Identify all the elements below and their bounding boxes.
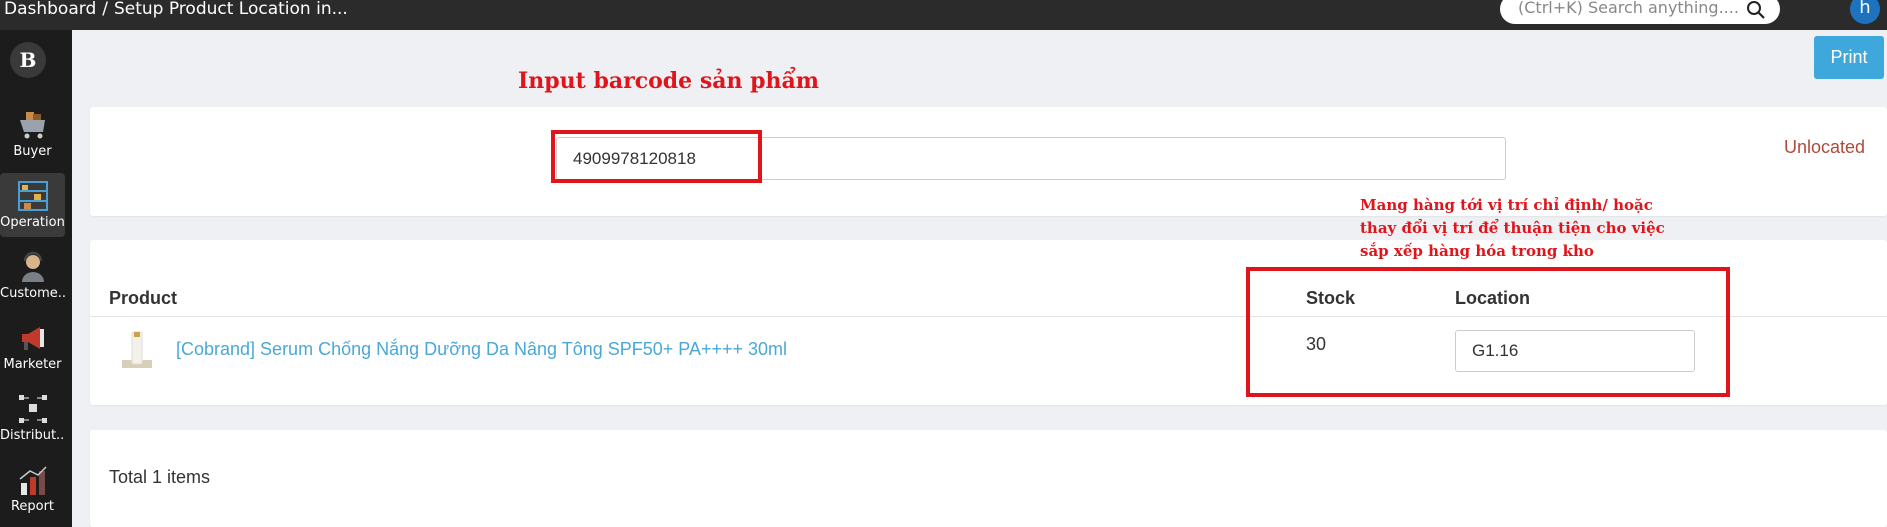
sidebar-item-customer[interactable]: Custome... xyxy=(0,244,65,308)
summary-card: Total 1 items xyxy=(90,430,1887,527)
sidebar-item-label: Operation xyxy=(0,215,65,230)
sidebar-item-operation[interactable]: Operation xyxy=(0,173,65,237)
sidebar-item-label: Distribut... xyxy=(0,428,65,443)
global-search[interactable]: (Ctrl+K) Search anything.... xyxy=(1500,0,1780,24)
sidebar-item-label: Custome... xyxy=(0,286,65,301)
search-input[interactable]: (Ctrl+K) Search anything.... xyxy=(1518,0,1739,17)
annotation-box-barcode xyxy=(551,130,762,183)
annotation-title: Input barcode sản phẩm xyxy=(518,68,820,94)
sidebar-item-marketer[interactable]: Marketer xyxy=(0,315,65,379)
location-status-text: Unlocated xyxy=(1784,137,1866,157)
search-icon[interactable] xyxy=(1746,0,1766,20)
user-avatar[interactable]: h xyxy=(1850,0,1880,24)
bar-chart-icon xyxy=(19,466,47,495)
product-thumbnail xyxy=(122,331,152,368)
app-logo[interactable]: B xyxy=(10,42,46,78)
customer-agent-icon xyxy=(21,251,44,282)
annotation-note-line: sắp xếp hàng hóa trong kho xyxy=(1360,242,1594,260)
sidebar-item-label: Marketer xyxy=(3,357,62,372)
megaphone-icon xyxy=(21,327,44,350)
distribution-network-icon xyxy=(18,395,47,423)
product-name-link[interactable]: [Cobrand] Serum Chống Nắng Dưỡng Da Nâng… xyxy=(176,339,787,360)
sidebar-item-label: Buyer xyxy=(13,144,52,159)
breadcrumb-current: Setup Product Location in... xyxy=(113,0,348,19)
breadcrumb: Dashboard / Setup Product Location in... xyxy=(4,0,348,20)
sidebar-item-buyer[interactable]: Buyer xyxy=(0,102,65,166)
annotation-box-location xyxy=(1246,267,1730,397)
sidebar-item-distributor[interactable]: Distribut... xyxy=(0,386,65,450)
sidebar-item-label: Report xyxy=(10,499,55,514)
warehouse-shelf-icon xyxy=(17,181,48,211)
total-items-text: Total 1 items xyxy=(109,467,211,487)
top-bar: Dashboard / Setup Product Location in... (… xyxy=(0,0,1887,30)
print-button[interactable]: Print xyxy=(1814,36,1884,79)
sidebar-item-report[interactable]: Report xyxy=(0,457,65,521)
breadcrumb-separator: / xyxy=(102,0,108,19)
annotation-note-line: Mang hàng tới vị trí chỉ định/ hoặc xyxy=(1360,196,1653,214)
breadcrumb-dashboard-link[interactable]: Dashboard xyxy=(4,0,96,19)
column-header-product: Product xyxy=(109,288,178,308)
annotation-note: Mang hàng tới vị trí chỉ định/ hoặc thay… xyxy=(1360,194,1680,263)
buyer-cart-icon xyxy=(19,112,45,139)
annotation-note-line: thay đổi vị trí để thuận tiện cho việc xyxy=(1360,219,1665,237)
sidebar: B Buyer Operation Custome... Marketer Di… xyxy=(0,30,72,527)
